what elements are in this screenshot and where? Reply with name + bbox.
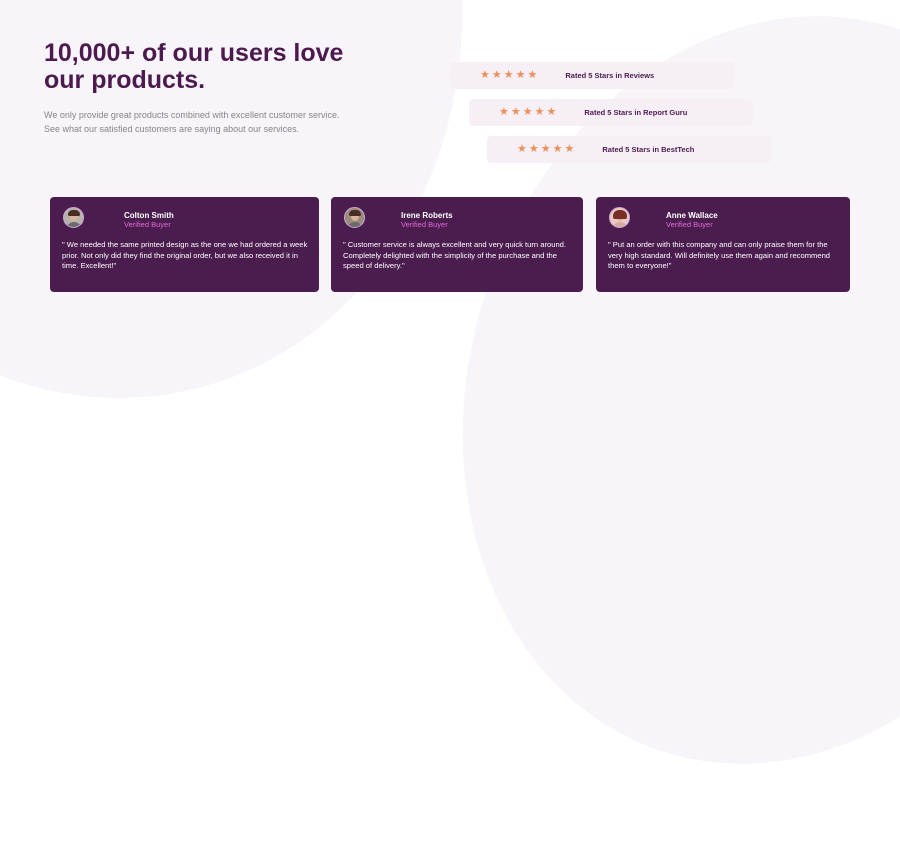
star-icon: ★ xyxy=(491,69,502,81)
testimonial-card-anne: Anne Wallace Verified Buyer " Put an ord… xyxy=(596,197,850,292)
star-icon: ★ xyxy=(552,143,563,155)
rating-besttech: ★ ★ ★ ★ ★ Rated 5 Stars in BestTech xyxy=(487,136,771,163)
testimonial-quote: " We needed the same printed design as t… xyxy=(62,240,308,270)
avatar xyxy=(63,207,84,228)
star-icon: ★ xyxy=(515,69,526,81)
reviewer-role: Verified Buyer xyxy=(124,220,171,229)
rating-label: Rated 5 Stars in Reviews xyxy=(565,71,655,80)
rating-reviews: ★ ★ ★ ★ ★ Rated 5 Stars in Reviews xyxy=(450,62,734,89)
star-icon: ★ xyxy=(546,106,557,118)
star-icon: ★ xyxy=(510,106,521,118)
star-rating: ★ ★ ★ ★ ★ xyxy=(499,107,556,118)
star-icon: ★ xyxy=(527,69,538,81)
star-icon: ★ xyxy=(503,69,514,81)
reviewer-role: Verified Buyer xyxy=(401,220,448,229)
star-icon: ★ xyxy=(499,106,509,118)
star-rating: ★ ★ ★ ★ ★ xyxy=(517,144,574,155)
reviewer-role: Verified Buyer xyxy=(666,220,713,229)
rating-label: Rated 5 Stars in BestTech xyxy=(602,145,695,154)
star-icon: ★ xyxy=(528,143,539,155)
star-icon: ★ xyxy=(540,143,551,155)
testimonial-card-irene: Irene Roberts Verified Buyer " Customer … xyxy=(331,197,583,292)
testimonial-card-colton: Colton Smith Verified Buyer " We needed … xyxy=(50,197,319,292)
background-shape-right xyxy=(367,0,900,847)
star-icon: ★ xyxy=(534,106,545,118)
star-icon: ★ xyxy=(522,106,533,118)
intro-text: We only provide great products combined … xyxy=(44,110,340,134)
avatar xyxy=(344,207,365,228)
rating-label: Rated 5 Stars in Report Guru xyxy=(584,108,688,117)
testimonial-quote: " Put an order with this company and can… xyxy=(608,240,831,270)
reviewer-name: Colton Smith xyxy=(124,211,174,220)
star-icon: ★ xyxy=(517,143,527,155)
rating-report-guru: ★ ★ ★ ★ ★ Rated 5 Stars in Report Guru xyxy=(469,99,753,126)
reviewer-name: Irene Roberts xyxy=(401,211,453,220)
testimonial-quote: " Customer service is always excellent a… xyxy=(343,240,567,270)
star-icon: ★ xyxy=(480,69,490,81)
avatar xyxy=(609,207,630,228)
page-headline: 10,000+ of our users love our products. xyxy=(44,39,344,94)
star-icon: ★ xyxy=(564,143,575,155)
star-rating: ★ ★ ★ ★ ★ xyxy=(480,70,537,81)
reviewer-name: Anne Wallace xyxy=(666,211,718,220)
